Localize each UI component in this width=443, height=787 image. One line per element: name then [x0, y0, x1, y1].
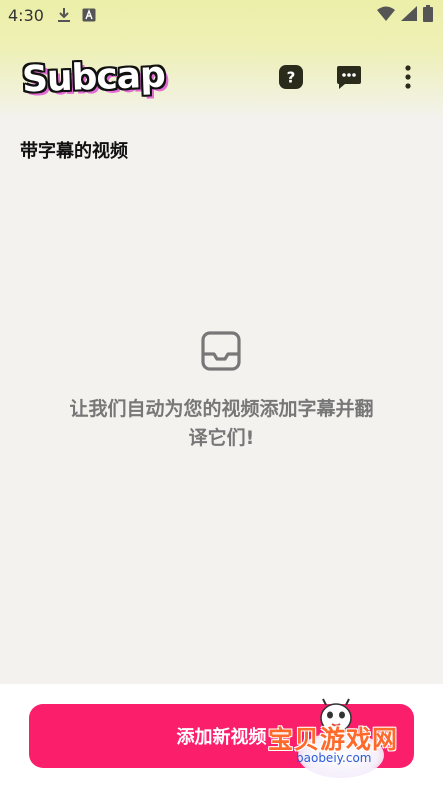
- empty-state-line-2: 译它们!: [188, 427, 255, 449]
- section-title: 带字幕的视频: [20, 141, 128, 162]
- empty-state-line-1: 让我们自动为您的视频添加字幕并翻: [69, 398, 374, 420]
- feedback-button[interactable]: [334, 62, 364, 92]
- status-bar: 4:30: [0, 0, 443, 30]
- svg-text:?: ?: [287, 69, 296, 87]
- download-icon: [56, 7, 72, 23]
- app-logo: Subcap: [21, 48, 180, 106]
- notification-a-icon: [82, 8, 96, 22]
- help-button[interactable]: ?: [276, 62, 306, 92]
- status-time: 4:30: [8, 5, 44, 25]
- add-new-video-button[interactable]: 添加新视频: [29, 704, 414, 768]
- signal-icon: [401, 5, 417, 25]
- add-new-video-label: 添加新视频: [176, 727, 267, 748]
- empty-state-message: 让我们自动为您的视频添加字幕并翻 译它们!: [50, 395, 393, 453]
- inbox-tray-icon: [201, 331, 241, 371]
- app-logo-text: Subcap: [21, 54, 166, 100]
- wifi-icon: [377, 6, 395, 25]
- chat-bubble-icon: [337, 66, 361, 89]
- battery-icon: [423, 4, 433, 26]
- more-options-button[interactable]: [393, 62, 423, 92]
- more-vertical-icon: [405, 65, 411, 89]
- app-bar: Subcap ?: [0, 48, 443, 106]
- help-icon: ?: [279, 65, 303, 89]
